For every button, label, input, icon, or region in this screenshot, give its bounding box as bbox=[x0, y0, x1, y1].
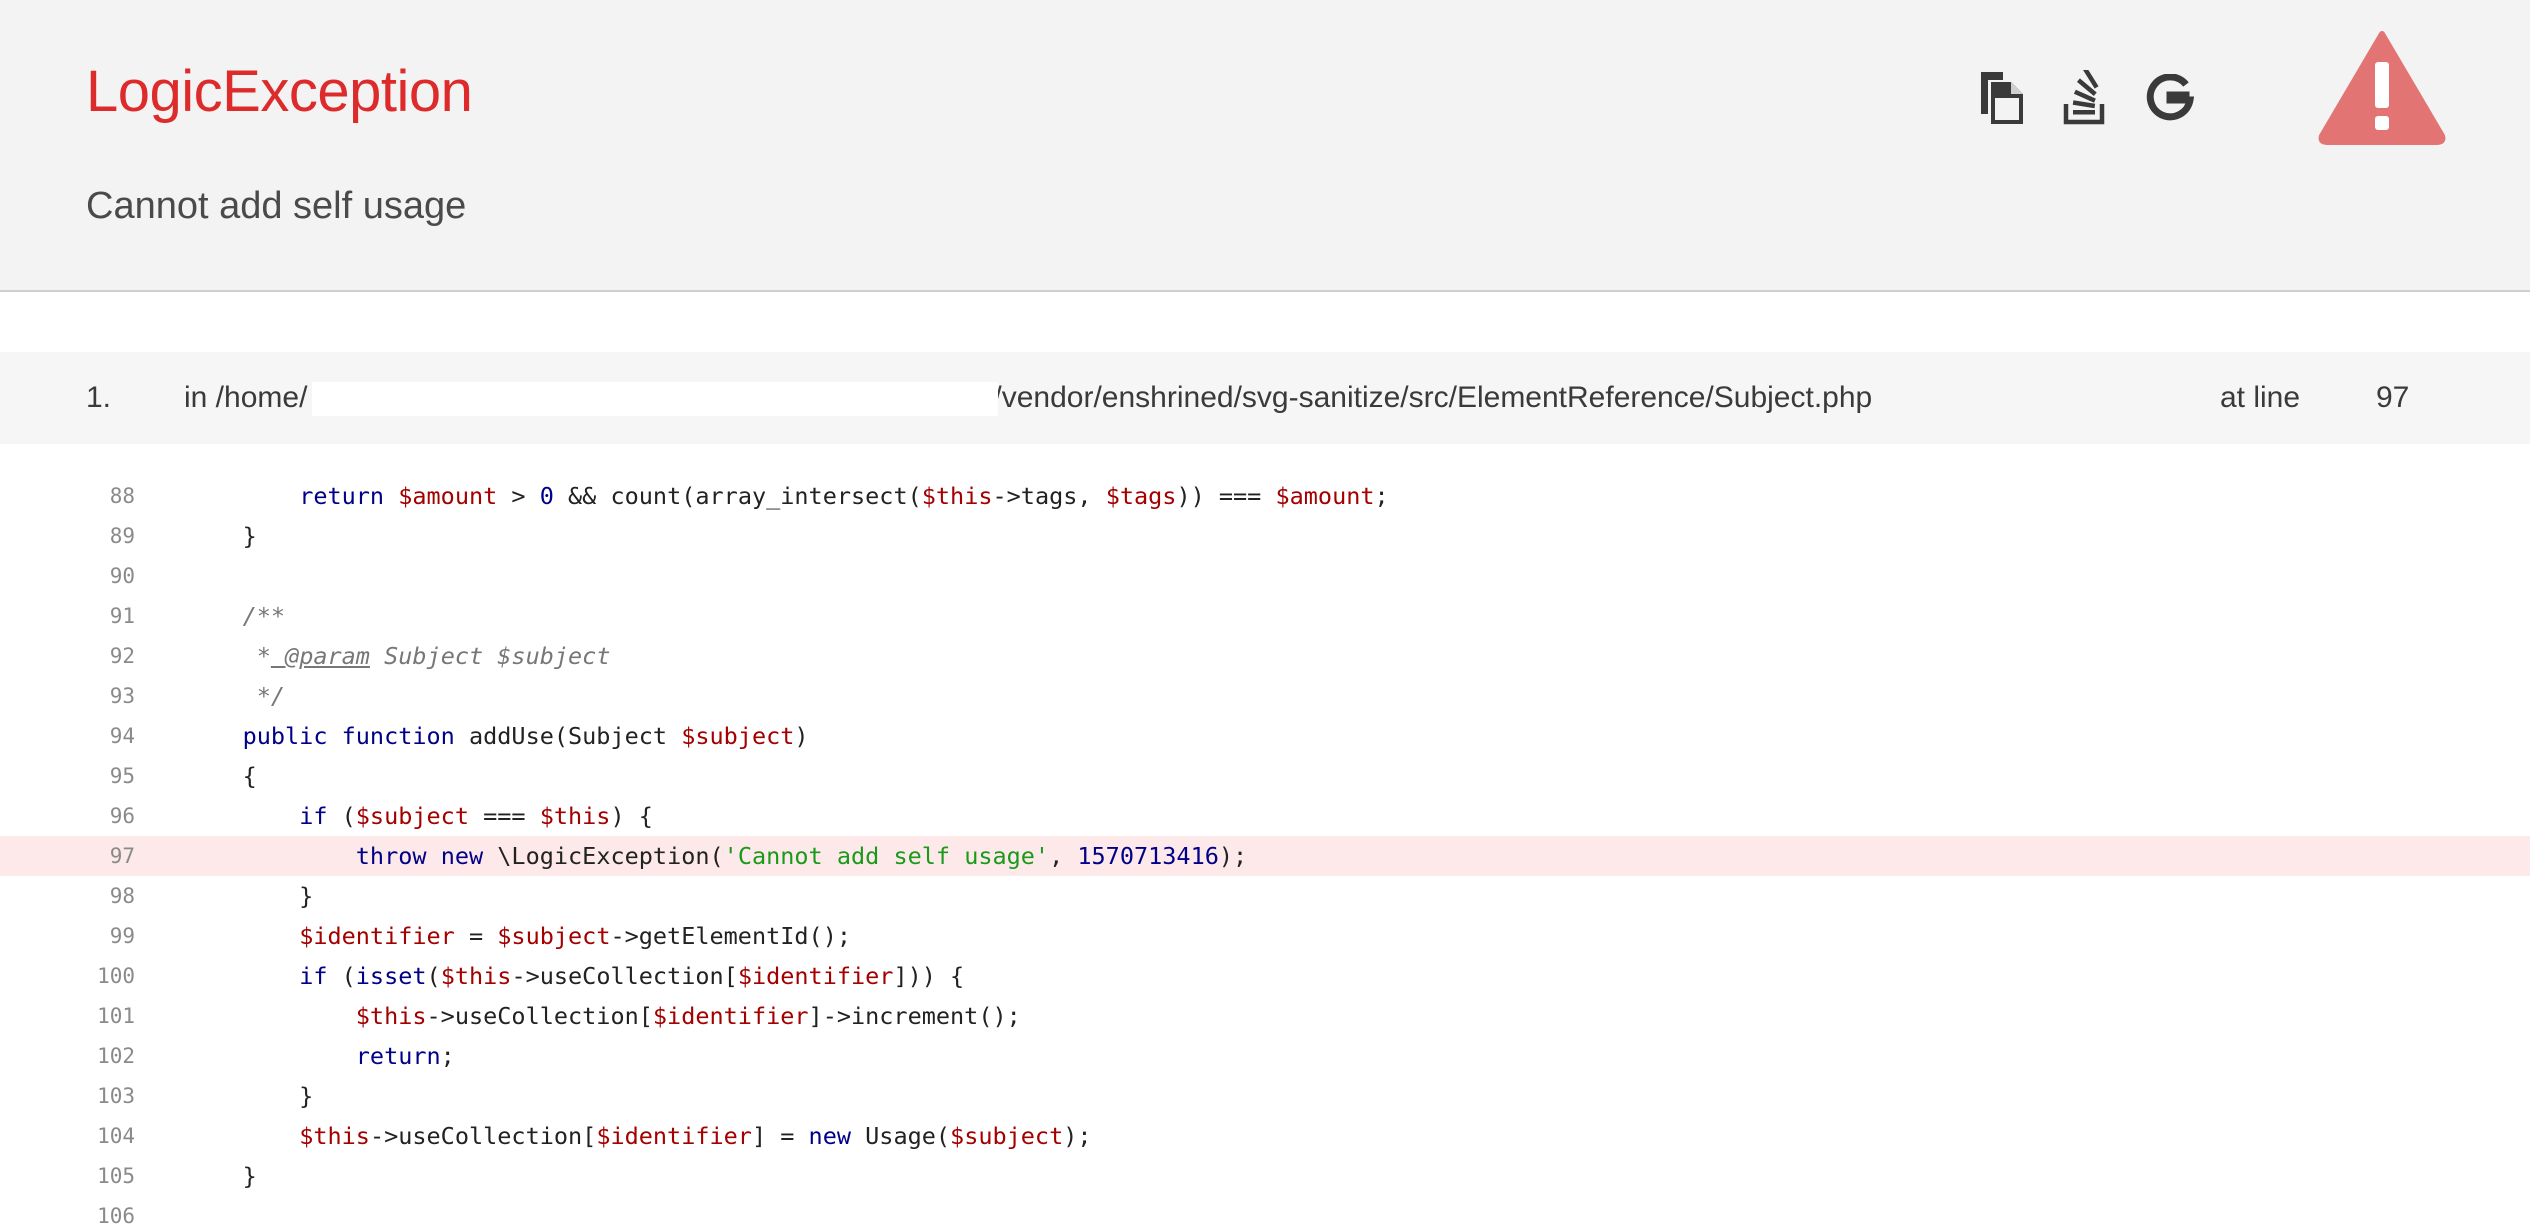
google-search-button[interactable] bbox=[2140, 66, 2200, 130]
code-text: } bbox=[186, 882, 314, 910]
line-number: 94 bbox=[109, 724, 135, 748]
line-number: 91 bbox=[109, 604, 135, 628]
code-line: 98 } bbox=[0, 876, 2530, 916]
google-icon bbox=[2146, 74, 2194, 121]
code-text: if ($subject === $this) { bbox=[299, 802, 653, 830]
code-line: 94 public function addUse(Subject $subje… bbox=[0, 716, 2530, 756]
warning-icon bbox=[2318, 31, 2446, 145]
line-number: 99 bbox=[109, 924, 135, 948]
code-line: 89 } bbox=[0, 516, 2530, 556]
line-number: 96 bbox=[109, 804, 135, 828]
code-text: return $amount > 0 && count(array_inters… bbox=[299, 482, 1389, 510]
code-line: 106 bbox=[0, 1196, 2530, 1230]
copy-icon bbox=[1981, 72, 2023, 124]
exception-message: Cannot add self usage bbox=[86, 185, 467, 227]
code-text: { bbox=[186, 762, 257, 790]
highlighted-code-line: 97 throw new \LogicException('Cannot add… bbox=[0, 836, 2530, 876]
line-number: 92 bbox=[109, 644, 135, 668]
redacted-path-segment bbox=[312, 382, 998, 416]
stack-frame-row[interactable]: 1. in /home//vendor/enshrined/svg-saniti… bbox=[0, 352, 2530, 444]
code-text: if (isset($this->useCollection[$identifi… bbox=[299, 962, 965, 990]
copy-button[interactable] bbox=[1972, 66, 2032, 130]
line-number: 101 bbox=[97, 1004, 135, 1028]
code-line: 101 $this->useCollection[$identifier]->i… bbox=[0, 996, 2530, 1036]
code-line: 91 /** bbox=[0, 596, 2530, 636]
code-snippet: 88 return $amount > 0 && count(array_int… bbox=[0, 476, 2530, 1230]
code-line: 88 return $amount > 0 && count(array_int… bbox=[0, 476, 2530, 516]
exception-title: LogicException bbox=[86, 59, 473, 124]
code-text: $this->useCollection[$identifier]->incre… bbox=[355, 1002, 1021, 1030]
line-number: 106 bbox=[97, 1204, 135, 1228]
code-line: 104 $this->useCollection[$identifier] = … bbox=[0, 1116, 2530, 1156]
at-line-label: at line bbox=[2220, 381, 2301, 414]
code-text: return; bbox=[355, 1042, 455, 1070]
code-text: throw new \LogicException('Cannot add se… bbox=[355, 842, 1248, 870]
line-number: 88 bbox=[109, 484, 135, 508]
line-number: 97 bbox=[109, 844, 135, 868]
code-line: 105 } bbox=[0, 1156, 2530, 1196]
code-text: /** bbox=[242, 602, 286, 630]
line-number: 100 bbox=[97, 964, 135, 988]
line-number: 103 bbox=[97, 1084, 135, 1108]
line-number: 98 bbox=[109, 884, 135, 908]
code-line: 100 if (isset($this->useCollection[$iden… bbox=[0, 956, 2530, 996]
frame-line-number: 97 bbox=[2376, 381, 2410, 414]
code-line: 95 { bbox=[0, 756, 2530, 796]
code-text: $this->useCollection[$identifier] = new … bbox=[299, 1122, 1092, 1150]
line-number: 89 bbox=[109, 524, 135, 548]
code-text: } bbox=[186, 1082, 314, 1110]
code-line: 99 $identifier = $subject->getElementId(… bbox=[0, 916, 2530, 956]
code-line: 92 * @param Subject $subject bbox=[0, 636, 2530, 676]
code-text: } bbox=[186, 522, 257, 550]
stackoverflow-icon bbox=[2063, 70, 2105, 125]
code-line: 102 return; bbox=[0, 1036, 2530, 1076]
code-line: 93 */ bbox=[0, 676, 2530, 716]
code-text: public function addUse(Subject $subject) bbox=[242, 722, 809, 750]
code-line: 90 bbox=[0, 556, 2530, 596]
line-number: 93 bbox=[109, 684, 135, 708]
stackoverflow-button[interactable] bbox=[2056, 66, 2116, 130]
line-number: 105 bbox=[97, 1164, 135, 1188]
line-number: 102 bbox=[97, 1044, 135, 1068]
code-text: $identifier = $subject->getElementId(); bbox=[299, 922, 851, 950]
line-number: 95 bbox=[109, 764, 135, 788]
code-line: 103 } bbox=[0, 1076, 2530, 1116]
code-text: } bbox=[186, 1162, 257, 1190]
code-text: * @param Subject $subject bbox=[256, 642, 611, 670]
frame-number: 1. bbox=[86, 381, 112, 414]
code-line: 96 if ($subject === $this) { bbox=[0, 796, 2530, 836]
line-number: 104 bbox=[97, 1124, 135, 1148]
code-text: */ bbox=[256, 682, 286, 710]
exception-header: LogicException Cannot add self usage bbox=[0, 0, 2530, 292]
line-number: 90 bbox=[109, 564, 135, 588]
